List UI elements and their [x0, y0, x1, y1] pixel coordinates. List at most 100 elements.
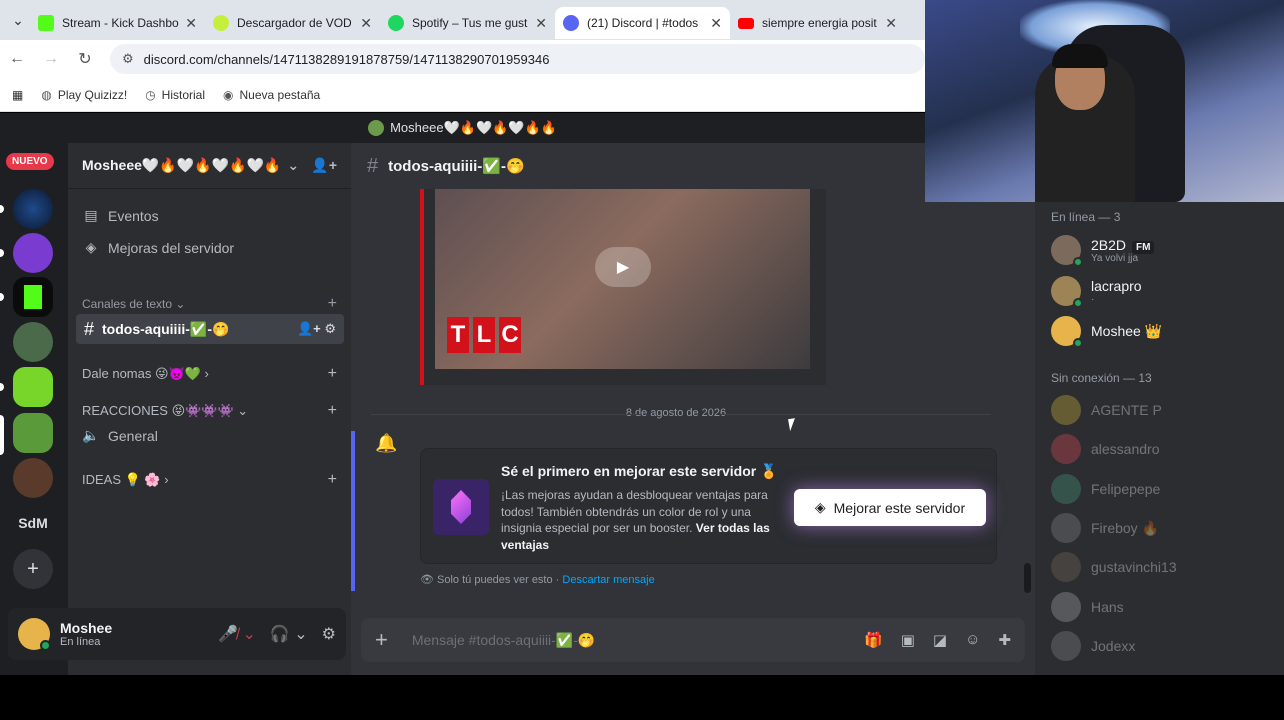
browser-tab-vod[interactable]: Descargador de VOD ✕: [205, 7, 380, 39]
hash-icon: #: [367, 154, 379, 177]
boost-server-button[interactable]: ◈ Mejorar este servidor: [794, 489, 986, 526]
server-icon-lime[interactable]: [13, 367, 53, 407]
server-icon-green[interactable]: [13, 322, 53, 362]
member-moshee[interactable]: Moshee 👑: [1051, 316, 1281, 348]
bookmark-play-quizizz[interactable]: ◍ Play Quizizz!: [41, 88, 127, 102]
member-list: En línea — 3 2B2D FM Ya volvi jja lacrapro…: [1035, 200, 1284, 675]
avatar: [1051, 395, 1081, 425]
window-title: Mosheee🤍🔥🤍🔥🤍🔥🔥: [0, 113, 925, 143]
calendar-icon: ▤: [84, 207, 98, 223]
back-arrow-icon[interactable]: ←: [0, 50, 34, 68]
avatar: [1051, 513, 1081, 543]
avatar: [1051, 592, 1081, 622]
apps-grid-icon[interactable]: ▦: [12, 88, 23, 102]
member-agente-p[interactable]: AGENTE P: [1051, 395, 1281, 425]
attach-plus-icon[interactable]: +: [375, 627, 388, 653]
category-ideas[interactable]: IDEAS 💡 🌸 › +: [82, 471, 337, 489]
channel-eventos[interactable]: ▤ Eventos: [82, 207, 344, 224]
bookmark-historial[interactable]: ◷ Historial: [145, 88, 205, 102]
sticker-icon[interactable]: ◪: [933, 631, 947, 649]
offline-header: Sin conexión — 13: [1051, 371, 1152, 385]
site-settings-icon[interactable]: ⚙: [122, 51, 134, 67]
boost-gem-icon: [433, 479, 489, 535]
channel-mejoras[interactable]: ◈ Mejoras del servidor: [82, 239, 344, 256]
add-server-icon[interactable]: +: [13, 549, 53, 589]
online-status-icon: [1073, 298, 1083, 308]
add-channel-icon[interactable]: +: [328, 295, 337, 313]
mouse-cursor-icon: [788, 416, 804, 432]
server-icon-purple[interactable]: [13, 233, 53, 273]
unread-pill: [0, 205, 4, 213]
invite-people-icon[interactable]: 👤+: [311, 157, 337, 174]
member-alessandro[interactable]: alessandro: [1051, 434, 1281, 464]
browser-tab-kick[interactable]: Stream - Kick Dashbo ✕: [30, 7, 205, 39]
close-tab-icon[interactable]: ✕: [360, 15, 372, 32]
reload-icon[interactable]: ↻: [68, 49, 102, 69]
user-panel: Moshee En línea 🎤̸ ⌄ 🎧 ⌄ ⚙: [8, 608, 346, 660]
category-reacciones[interactable]: REACCIONES 😝👾👾👾 ⌄ +: [82, 402, 337, 420]
avatar: [1051, 276, 1083, 308]
tab-search-dropdown-icon[interactable]: ⌄: [6, 8, 30, 32]
headphones-icon[interactable]: 🎧 ⌄: [270, 624, 308, 644]
url-field[interactable]: ⚙ discord.com/channels/14711382891918787…: [110, 44, 925, 74]
bookmark-nueva-pestana[interactable]: ◉ Nueva pestaña: [223, 88, 320, 102]
member-hans[interactable]: Hans: [1051, 592, 1281, 622]
play-icon[interactable]: ▶: [595, 247, 651, 287]
server-icon-kick[interactable]: [13, 277, 53, 317]
boost-title: Sé el primero en mejorar este servidor 🏅: [501, 463, 778, 479]
unread-pill: [0, 249, 4, 257]
new-badge: NUEVO: [6, 153, 54, 170]
server-icon-dark[interactable]: [13, 458, 53, 498]
forward-arrow-icon[interactable]: →: [34, 50, 68, 68]
url-text: discord.com/channels/1471138289191878759…: [143, 51, 550, 67]
online-status-icon: [1073, 257, 1083, 267]
member-jodexx[interactable]: Jodexx: [1051, 631, 1281, 661]
user-info[interactable]: Moshee En línea: [60, 620, 112, 648]
server-icon-space[interactable]: [13, 189, 53, 229]
avatar: [1051, 474, 1081, 504]
close-tab-icon[interactable]: ✕: [710, 15, 722, 32]
apps-icon[interactable]: ✚: [998, 631, 1011, 649]
message-input[interactable]: Mensaje #todos-aquiiii-✅-🤭: [412, 632, 596, 649]
message-composer[interactable]: + Mensaje #todos-aquiiii-✅-🤭 🎁 ▣ ◪ ☺ ✚: [361, 618, 1025, 662]
youtube-icon: [738, 17, 754, 29]
add-channel-icon[interactable]: +: [328, 365, 337, 383]
browser-tab-spotify[interactable]: Spotify – Tus me gust ✕: [380, 7, 555, 39]
dismiss-message-link[interactable]: Descartar mensaje: [562, 574, 654, 586]
category-canales-texto[interactable]: Canales de texto ⌄ +: [82, 295, 337, 313]
add-channel-icon[interactable]: +: [328, 471, 337, 489]
unread-pill: [0, 383, 4, 391]
server-icon-sdm[interactable]: SdM: [13, 503, 53, 543]
bell-icon: 🔔: [375, 433, 398, 453]
member-lacrapro[interactable]: lacrapro ·: [1051, 276, 1281, 308]
spotify-icon: [388, 15, 404, 31]
browser-tab-youtube[interactable]: siempre energia posit ✕: [730, 7, 905, 39]
add-channel-icon[interactable]: +: [328, 402, 337, 420]
emoji-icon[interactable]: ☺: [965, 631, 980, 649]
discord-icon: [563, 15, 579, 31]
voice-channel-general[interactable]: 🔈 General: [82, 427, 344, 444]
chat-area: # todos-aquiiii-✅-🤭 ▶ TLC 8 de agosto de…: [351, 143, 1035, 675]
screen: ⌄ Stream - Kick Dashbo ✕ Descargador de V…: [0, 0, 1284, 720]
mic-muted-icon[interactable]: 🎤̸ ⌄: [218, 624, 256, 644]
member-felipepepe[interactable]: Felipepepe: [1051, 474, 1281, 504]
gear-icon[interactable]: ⚙: [322, 624, 336, 644]
close-tab-icon[interactable]: ✕: [535, 15, 547, 32]
server-icon-moshee[interactable]: [13, 413, 53, 453]
category-dale-nomas[interactable]: Dale nomas 😜👿💚 › +: [82, 365, 337, 383]
close-tab-icon[interactable]: ✕: [185, 15, 197, 32]
gif-icon[interactable]: ▣: [901, 631, 915, 649]
server-header[interactable]: Mosheee🤍🔥🤍🔥🤍🔥🤍🔥 ⌄ 👤+: [68, 143, 351, 189]
member-2b2d[interactable]: 2B2D FM Ya volvi jja: [1051, 235, 1281, 267]
avatar[interactable]: [18, 618, 51, 651]
channel-settings-icon[interactable]: 👤+ ⚙: [297, 321, 336, 337]
chat-scrollbar[interactable]: [1024, 563, 1031, 593]
speaker-icon: 🔈: [82, 427, 100, 443]
video-thumbnail[interactable]: ▶ TLC: [435, 189, 810, 369]
member-gustavinchi13[interactable]: gustavinchi13: [1051, 552, 1281, 582]
gift-icon[interactable]: 🎁: [864, 631, 883, 649]
channel-todos-aquiiii[interactable]: # todos-aquiiii-✅-🤭 👤+ ⚙: [76, 314, 344, 344]
member-fireboy[interactable]: Fireboy 🔥: [1051, 513, 1281, 543]
close-tab-icon[interactable]: ✕: [885, 15, 897, 32]
browser-tab-discord[interactable]: (21) Discord | #todos ✕: [555, 7, 730, 39]
